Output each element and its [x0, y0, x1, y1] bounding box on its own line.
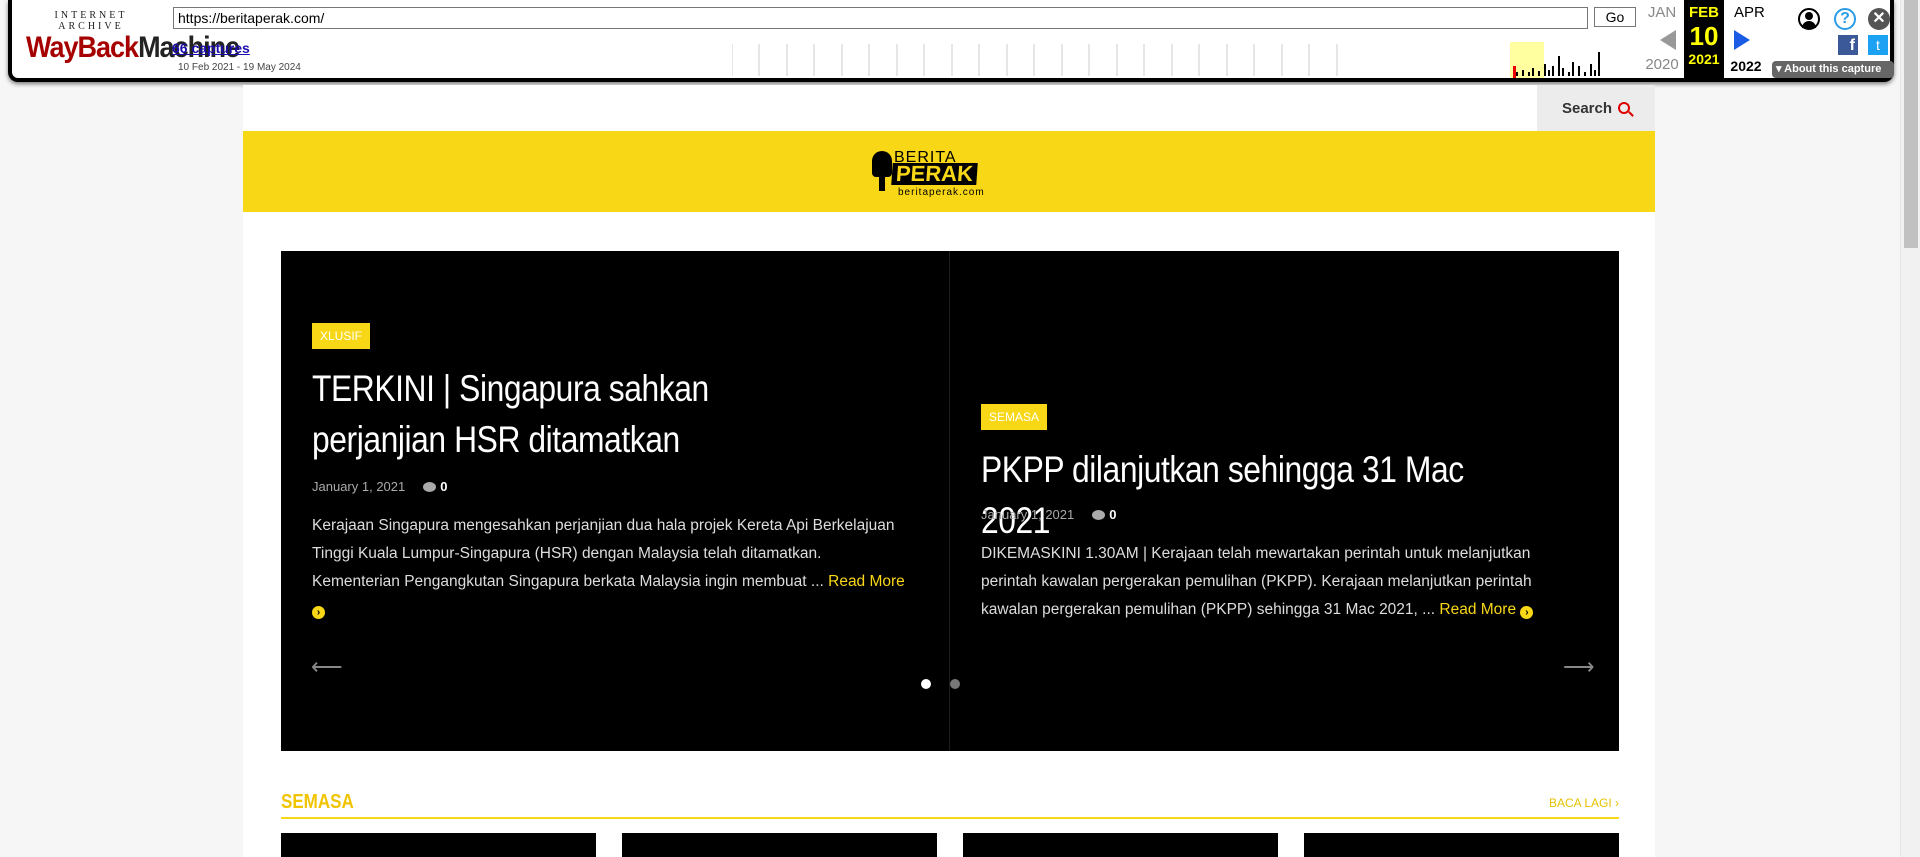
- wayback-logo[interactable]: INTERNET ARCHIVE WayBackMachine: [26, 10, 240, 64]
- twitter-icon[interactable]: t: [1868, 35, 1888, 55]
- wayback-logo-brand-a: WayBack: [26, 30, 139, 64]
- prev-arrow-icon[interactable]: [1660, 30, 1676, 50]
- slider-dot[interactable]: [950, 679, 960, 689]
- slide-excerpt: DIKEMASKINI 1.30AM | Kerajaan telah mewa…: [981, 540, 1581, 624]
- about-capture-label: About this capture: [1784, 63, 1882, 75]
- next-month-link[interactable]: APR: [1726, 4, 1766, 21]
- excerpt-text: Kerajaan Singapura mengesahkan perjanjia…: [312, 517, 895, 590]
- comment-count[interactable]: 0: [1092, 507, 1116, 522]
- scrollbar-thumb[interactable]: [1904, 0, 1918, 248]
- wayback-toolbar: INTERNET ARCHIVE WayBackMachine Go 66 ca…: [8, 0, 1894, 82]
- read-more-link[interactable]: Read More ›: [1439, 601, 1534, 619]
- prev-year-label: 2020: [1645, 56, 1679, 73]
- wayback-url-input[interactable]: [173, 7, 1588, 29]
- read-more-label: Read More: [1439, 601, 1517, 618]
- comment-icon: [1092, 509, 1106, 520]
- comment-count[interactable]: 0: [423, 479, 447, 494]
- chevron-right-icon: ›: [1520, 606, 1534, 619]
- slider-prev-arrow-icon[interactable]: ⟵: [311, 654, 343, 680]
- search-icon: [1618, 102, 1631, 114]
- comment-count-value: 0: [440, 479, 448, 494]
- post-card[interactable]: [1304, 833, 1619, 857]
- wayback-logo-brand: WayBackMachine: [26, 30, 240, 64]
- current-capture-date: FEB 10 2021: [1684, 0, 1724, 78]
- logo-line2: PERAK: [891, 161, 978, 186]
- post-date: January 1, 2021: [981, 507, 1075, 522]
- user-icon[interactable]: [1798, 8, 1820, 30]
- post-card[interactable]: [281, 833, 596, 857]
- section-more-link[interactable]: BACA LAGI ›: [1549, 796, 1619, 810]
- section-divider: [281, 817, 1619, 819]
- help-icon[interactable]: ?: [1834, 8, 1856, 30]
- microphone-icon: [872, 151, 892, 177]
- microphone-stand: [879, 175, 885, 191]
- facebook-icon[interactable]: f: [1838, 35, 1858, 55]
- go-button[interactable]: Go: [1594, 7, 1636, 27]
- slide-title[interactable]: TERKINI | Singapura sahkan perjanjian HS…: [312, 363, 828, 465]
- current-year: 2021: [1688, 51, 1720, 67]
- slider-next-arrow-icon[interactable]: ⟶: [1563, 654, 1595, 680]
- featured-slider: XLUSIF TERKINI | Singapura sahkan perjan…: [281, 251, 1619, 751]
- read-more-label: Read More: [828, 573, 905, 590]
- capture-date-range: 10 Feb 2021 - 19 May 2024: [178, 62, 301, 73]
- next-year-label: 2022: [1730, 58, 1762, 74]
- post-card[interactable]: [963, 833, 1278, 857]
- site-header: BERITA PERAK beritaperak.com: [243, 131, 1655, 212]
- post-meta: January 1, 2021 0: [981, 507, 1116, 522]
- slider-dot-active[interactable]: [921, 679, 931, 689]
- chevron-right-icon: ›: [312, 606, 325, 619]
- current-month: FEB: [1689, 4, 1719, 21]
- search-label: Search: [1561, 99, 1613, 117]
- slide-title[interactable]: PKPP dilanjutkan sehingga 31 Mac 2021: [981, 444, 1497, 546]
- page-scrollbar[interactable]: [1900, 0, 1920, 857]
- post-date: January 1, 2021: [312, 479, 406, 494]
- post-card[interactable]: [622, 833, 937, 857]
- search-button[interactable]: Search: [1537, 85, 1655, 131]
- slide-excerpt: Kerajaan Singapura mengesahkan perjanjia…: [312, 512, 912, 624]
- current-day: 10: [1689, 21, 1719, 51]
- captures-link[interactable]: 66 captures: [172, 40, 250, 56]
- capture-sparkline[interactable]: [732, 42, 1622, 78]
- section-title[interactable]: SEMASA: [281, 791, 354, 814]
- comment-count-value: 0: [1109, 507, 1117, 522]
- comment-icon: [423, 481, 437, 492]
- about-capture-button[interactable]: ▾ About this capture: [1772, 61, 1894, 78]
- post-meta: January 1, 2021 0: [312, 479, 447, 494]
- category-badge[interactable]: XLUSIF: [312, 323, 371, 349]
- prev-month-link[interactable]: JAN: [1642, 4, 1682, 21]
- next-arrow-icon[interactable]: [1734, 30, 1750, 50]
- wayback-logo-top: INTERNET ARCHIVE: [54, 10, 128, 32]
- site-container: Search BERITA PERAK beritaperak.com XLUS…: [243, 85, 1655, 857]
- category-badge[interactable]: SEMASA: [981, 404, 1048, 430]
- logo-line3: beritaperak.com: [898, 187, 985, 198]
- slide-2[interactable]: SEMASA PKPP dilanjutkan sehingga 31 Mac …: [950, 251, 1619, 751]
- close-icon[interactable]: ✕: [1868, 8, 1890, 30]
- slide-1[interactable]: XLUSIF TERKINI | Singapura sahkan perjan…: [281, 251, 950, 751]
- site-logo[interactable]: BERITA PERAK beritaperak.com: [868, 145, 998, 201]
